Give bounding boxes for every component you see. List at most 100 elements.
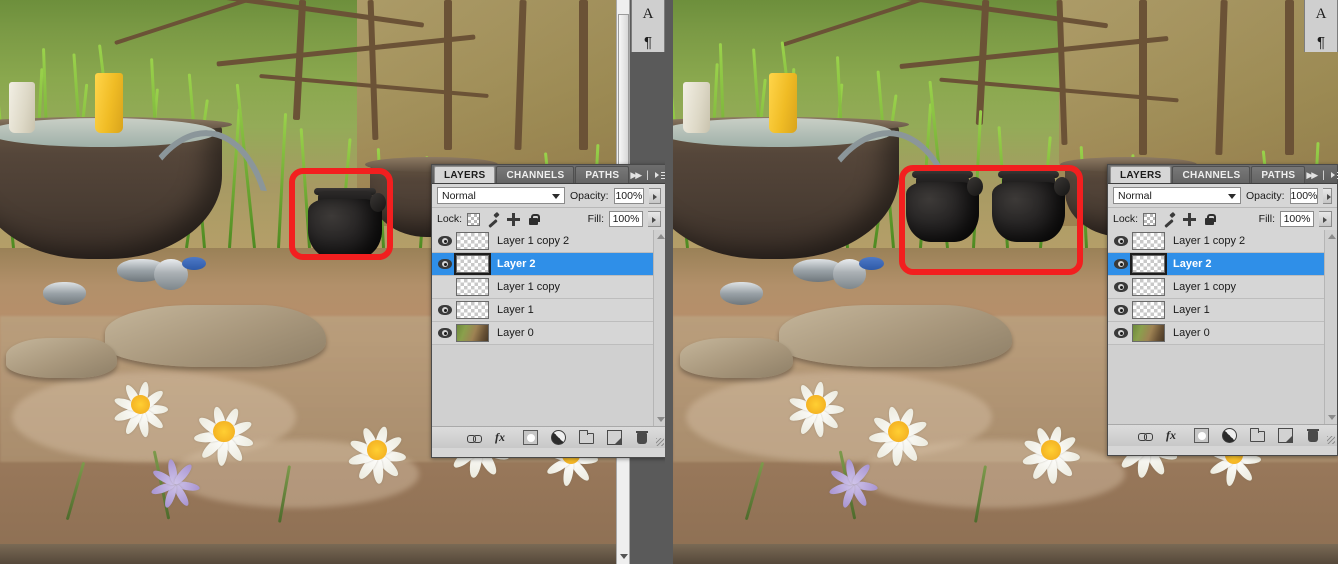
- lock-position-icon[interactable]: [507, 212, 521, 226]
- lock-all-icon[interactable]: [1203, 213, 1217, 226]
- eye-icon[interactable]: [438, 328, 452, 338]
- layer-list-scrollbar[interactable]: [1324, 230, 1337, 424]
- layer-visibility-toggle[interactable]: [434, 305, 456, 315]
- table-row[interactable]: Layer 1: [432, 299, 666, 322]
- layer-visibility-toggle[interactable]: [434, 328, 456, 338]
- opacity-input[interactable]: 100%: [1289, 187, 1319, 204]
- lock-image-pixels-icon[interactable]: [1163, 213, 1176, 226]
- opacity-slider-arrow-icon[interactable]: [1323, 187, 1332, 204]
- layer-thumbnail[interactable]: [456, 278, 489, 296]
- tab-channels[interactable]: CHANNELS: [1172, 166, 1251, 183]
- blend-mode-select[interactable]: Normal: [1113, 187, 1241, 204]
- add-layer-style-icon[interactable]: fx: [1166, 428, 1181, 443]
- table-row[interactable]: Layer 1 copy: [1108, 276, 1337, 299]
- opacity-input[interactable]: 100%: [613, 187, 645, 204]
- scroll-up-arrow-icon[interactable]: [657, 234, 665, 239]
- character-panel-icon[interactable]: A: [1305, 0, 1337, 28]
- new-adjustment-layer-icon[interactable]: [551, 430, 566, 445]
- layer-visibility-toggle[interactable]: [434, 259, 456, 269]
- tool-strip-left: A ¶: [631, 0, 665, 52]
- fill-input[interactable]: 100%: [609, 211, 643, 227]
- table-row[interactable]: Layer 2: [1108, 253, 1337, 276]
- scroll-down-arrow-icon[interactable]: [620, 554, 628, 559]
- layer-thumbnail[interactable]: [454, 253, 491, 275]
- table-row[interactable]: Layer 0: [1108, 322, 1337, 345]
- resize-grip[interactable]: [656, 438, 664, 446]
- eye-icon[interactable]: [438, 236, 452, 246]
- layer-thumbnail[interactable]: [1132, 301, 1165, 319]
- screenshot-divider: [665, 0, 673, 564]
- purple-lily-flower: [826, 453, 880, 510]
- eye-icon[interactable]: [1114, 305, 1128, 315]
- tab-layers[interactable]: LAYERS: [1110, 166, 1172, 183]
- eye-icon[interactable]: [438, 305, 452, 315]
- scroll-down-arrow-icon[interactable]: [1328, 415, 1336, 420]
- tab-paths[interactable]: PATHS: [1251, 166, 1306, 183]
- table-row[interactable]: Layer 0: [432, 322, 666, 345]
- lock-transparent-pixels-icon[interactable]: [1143, 212, 1157, 226]
- scroll-up-arrow-icon[interactable]: [1328, 234, 1336, 239]
- eye-icon[interactable]: [1114, 236, 1128, 246]
- new-layer-icon[interactable]: [607, 430, 622, 445]
- add-layer-mask-icon[interactable]: [523, 430, 538, 445]
- layer-visibility-toggle[interactable]: [1110, 236, 1132, 246]
- tab-paths[interactable]: PATHS: [575, 166, 630, 183]
- layer-visibility-toggle[interactable]: [1110, 305, 1132, 315]
- layer-thumbnail[interactable]: [456, 232, 489, 250]
- fill-slider-arrow-icon[interactable]: [1319, 211, 1332, 227]
- add-layer-mask-icon[interactable]: [1194, 428, 1209, 443]
- eye-icon[interactable]: [438, 259, 452, 269]
- character-panel-icon[interactable]: A: [632, 0, 664, 28]
- eye-icon-hidden[interactable]: [438, 282, 452, 292]
- delete-layer-icon[interactable]: [1306, 428, 1321, 443]
- layer-thumbnail[interactable]: [1132, 232, 1165, 250]
- lock-position-icon[interactable]: [1183, 212, 1197, 226]
- layer-name: Layer 1: [497, 304, 534, 316]
- link-layers-icon[interactable]: [467, 430, 482, 445]
- tab-channels[interactable]: CHANNELS: [496, 166, 575, 183]
- layer-thumbnail[interactable]: [456, 324, 489, 342]
- layer-visibility-toggle[interactable]: [1110, 259, 1132, 269]
- blend-mode-select[interactable]: Normal: [437, 187, 565, 204]
- resize-grip[interactable]: [1327, 436, 1335, 444]
- table-row[interactable]: Layer 1 copy 2: [432, 230, 666, 253]
- link-layers-icon[interactable]: [1138, 428, 1153, 443]
- tab-layers[interactable]: LAYERS: [434, 166, 496, 183]
- layer-visibility-toggle[interactable]: [1110, 328, 1132, 338]
- paragraph-panel-icon[interactable]: ¶: [1305, 28, 1337, 56]
- layer-visibility-toggle[interactable]: [434, 236, 456, 246]
- delete-layer-icon[interactable]: [635, 430, 650, 445]
- layer-thumbnail[interactable]: [1130, 253, 1167, 275]
- add-layer-style-icon[interactable]: fx: [495, 430, 510, 445]
- clay-pot-duplicate: [992, 169, 1070, 243]
- chevron-down-icon: [1228, 194, 1236, 199]
- panel-menu-icon[interactable]: [1330, 171, 1338, 181]
- paragraph-panel-icon[interactable]: ¶: [632, 28, 664, 56]
- layer-thumbnail[interactable]: [1132, 324, 1165, 342]
- collapse-panel-icon[interactable]: ▶▶: [1306, 170, 1318, 181]
- table-row[interactable]: Layer 1 copy 2: [1108, 230, 1337, 253]
- collapse-panel-icon[interactable]: ▶▶: [630, 170, 642, 181]
- blend-mode-row: Normal Opacity: 100%: [432, 184, 666, 208]
- layer-thumbnail[interactable]: [1132, 278, 1165, 296]
- fill-slider-arrow-icon[interactable]: [648, 211, 661, 227]
- opacity-slider-arrow-icon[interactable]: [649, 187, 661, 204]
- table-row[interactable]: Layer 1 copy: [432, 276, 666, 299]
- lock-transparent-pixels-icon[interactable]: [467, 212, 481, 226]
- layer-thumbnail[interactable]: [456, 301, 489, 319]
- table-row[interactable]: Layer 1: [1108, 299, 1337, 322]
- layer-visibility-toggle[interactable]: [434, 282, 456, 292]
- lock-all-icon[interactable]: [527, 213, 541, 226]
- lock-image-pixels-icon[interactable]: [487, 213, 500, 226]
- eye-icon[interactable]: [1114, 259, 1128, 269]
- table-row[interactable]: Layer 2: [432, 253, 666, 276]
- new-group-icon[interactable]: [1250, 428, 1265, 442]
- layer-visibility-toggle[interactable]: [1110, 282, 1132, 292]
- eye-icon[interactable]: [1114, 328, 1128, 338]
- fill-input[interactable]: 100%: [1280, 211, 1314, 227]
- scroll-down-arrow-icon[interactable]: [657, 417, 665, 422]
- eye-icon[interactable]: [1114, 282, 1128, 292]
- new-adjustment-layer-icon[interactable]: [1222, 428, 1237, 443]
- new-group-icon[interactable]: [579, 430, 594, 444]
- new-layer-icon[interactable]: [1278, 428, 1293, 443]
